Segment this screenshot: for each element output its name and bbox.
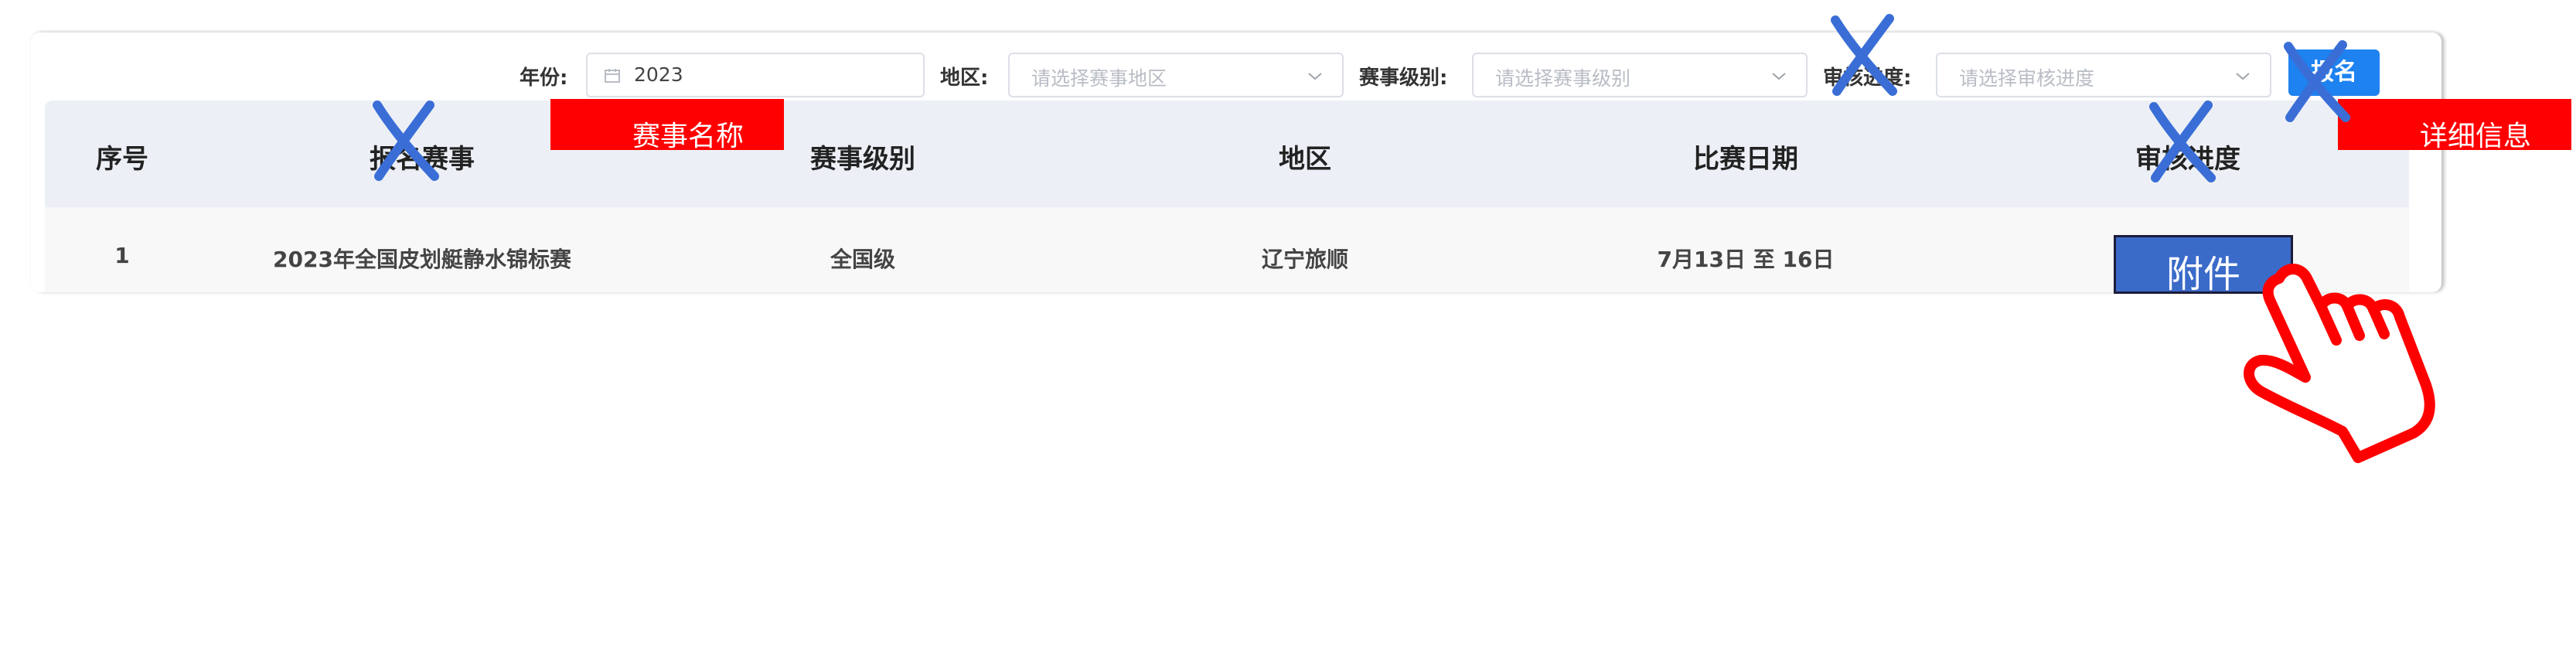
column-header-index: 序号 <box>96 144 148 175</box>
chevron-down-icon <box>1308 73 1322 80</box>
annotation-detail-info: 详细信息 <box>2338 99 2571 152</box>
level-select[interactable]: 请选择赛事级别 <box>1472 53 1808 97</box>
region-select[interactable]: 请选择赛事地区 <box>1008 53 1344 97</box>
column-header-level: 赛事级别 <box>810 144 915 175</box>
cross-mark-icon <box>1831 14 1897 96</box>
year-picker[interactable]: 2023 <box>586 53 925 97</box>
row-event-name[interactable]: 2023年全国皮划艇静水锦标赛 <box>273 243 571 274</box>
row-region: 辽宁旅顺 <box>1261 247 1349 272</box>
annotation-event-name: 赛事名称 <box>550 99 784 152</box>
region-select-placeholder: 请选择赛事地区 <box>1031 67 1167 90</box>
year-filter-label: 年份: <box>520 66 568 90</box>
row-event-level: 全国级 <box>830 247 896 272</box>
level-filter-label: 赛事级别: <box>1359 66 1448 90</box>
column-header-date: 比赛日期 <box>1693 144 1798 175</box>
row-date: 7月13日 至 16日 <box>1657 247 1835 272</box>
row-index: 1 <box>114 243 130 268</box>
hand-pointer-icon <box>2244 264 2435 463</box>
review-select-placeholder: 请选择审核进度 <box>1959 67 2095 90</box>
page: 年份: 2023 地区: 请选择赛事地区 赛事级别: 请选择赛事级别 审核进度:… <box>0 0 2576 651</box>
chevron-down-icon <box>2236 73 2250 80</box>
chevron-down-icon <box>1772 73 1786 80</box>
column-header-region: 地区 <box>1279 144 1331 175</box>
review-select[interactable]: 请选择审核进度 <box>1936 53 2271 97</box>
calendar-icon <box>605 69 620 83</box>
cross-mark-icon <box>2284 40 2350 122</box>
cross-mark-icon <box>2149 101 2216 182</box>
level-select-placeholder: 请选择赛事级别 <box>1495 67 1631 90</box>
region-filter-label: 地区: <box>940 66 989 90</box>
year-picker-value: 2023 <box>634 63 683 86</box>
cross-mark-icon <box>373 101 439 181</box>
